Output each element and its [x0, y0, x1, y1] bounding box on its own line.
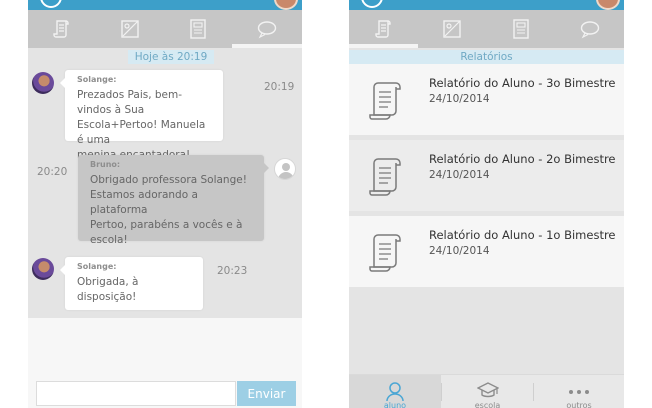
message-sender: Solange: [77, 75, 117, 84]
chat-bubble-icon [257, 21, 277, 39]
report-item[interactable]: Relatório do Aluno - 3o Bimestre 24/10/2… [349, 64, 624, 135]
scroll-document-icon [369, 234, 401, 272]
tab-reports[interactable] [349, 10, 418, 48]
nav-label: escola [474, 401, 501, 408]
tab-gallery[interactable] [96, 10, 164, 48]
scroll-document-icon [369, 158, 401, 196]
tab-chat[interactable] [232, 10, 302, 48]
tab-news[interactable] [164, 10, 232, 48]
tab-chat[interactable] [555, 10, 624, 48]
message-line: Obrigada, à [77, 276, 139, 288]
message-bubble: Solange: Obrigada, à disposição! [60, 257, 203, 310]
profile-avatar[interactable] [274, 0, 298, 10]
tab-bar [349, 10, 624, 48]
scroll-document-icon [369, 82, 401, 120]
chat-screen: Hoje às 20:19 Solange: Prezados Pais, be… [28, 0, 302, 408]
tab-news[interactable] [486, 10, 555, 48]
image-icon [443, 20, 461, 38]
message-time: 20:19 [264, 81, 295, 93]
message-sender: Bruno: [90, 160, 121, 169]
chat-bubble-icon [580, 21, 599, 39]
report-date: 24/10/2014 [429, 245, 490, 257]
newspaper-icon [190, 19, 206, 39]
message-line: Escola+Pertoo! Manuela é uma [77, 119, 206, 146]
newspaper-icon [512, 19, 529, 39]
app-header [349, 0, 624, 10]
reports-header: Relatórios [349, 50, 624, 64]
chat-date-label: Hoje às 20:19 [128, 50, 214, 64]
nav-label: outros [566, 401, 592, 408]
message-bubble: Bruno: Obrigado professora Solange! Esta… [78, 155, 269, 246]
report-date: 24/10/2014 [429, 169, 490, 181]
message-line: Prezados Pais, bem-vindos à Sua [77, 89, 183, 116]
message-sender: Solange: [77, 262, 117, 271]
send-button[interactable]: Enviar [237, 381, 296, 406]
report-date: 24/10/2014 [429, 93, 490, 105]
scroll-document-icon [374, 20, 391, 38]
avatar-solange [32, 258, 54, 280]
graduation-cap-icon [476, 382, 499, 398]
report-item[interactable]: Relatório do Aluno - 1o Bimestre 24/10/2… [349, 216, 624, 287]
app-header [28, 0, 302, 10]
image-icon [121, 20, 139, 38]
nav-label: aluno [383, 401, 407, 408]
bottom-nav: aluno escola outros [349, 374, 624, 408]
message-line: Estamos adorando a plataforma [90, 189, 198, 216]
nav-outros[interactable]: outros [534, 375, 624, 408]
report-title: Relatório do Aluno - 1o Bimestre [429, 228, 616, 242]
message-bubble: Solange: Prezados Pais, bem-vindos à Sua… [60, 70, 223, 161]
reports-screen: Relatórios Relatório do Aluno - 3o Bimes… [349, 0, 624, 408]
message-line: escola! [90, 234, 128, 246]
message-input[interactable] [36, 381, 236, 406]
back-button[interactable] [361, 0, 383, 8]
report-item[interactable]: Relatório do Aluno - 2o Bimestre 24/10/2… [349, 140, 624, 211]
more-dots-icon [569, 390, 589, 394]
avatar-bruno [274, 158, 296, 180]
nav-aluno[interactable]: aluno [349, 375, 441, 408]
user-icon [386, 382, 404, 401]
message-time: 20:20 [37, 166, 68, 178]
message-time: 20:23 [217, 265, 248, 277]
message-line: Pertoo, parabéns a vocês e à [90, 219, 243, 231]
tab-bar [28, 10, 302, 48]
back-button[interactable] [40, 0, 62, 8]
report-title: Relatório do Aluno - 2o Bimestre [429, 152, 616, 166]
nav-escola[interactable]: escola [442, 375, 533, 408]
scroll-document-icon [53, 20, 69, 38]
message-line: disposição! [77, 291, 137, 303]
avatar-solange [32, 72, 54, 94]
message-line: Obrigado professora Solange! [90, 174, 247, 186]
tab-reports[interactable] [28, 10, 96, 48]
profile-avatar[interactable] [596, 0, 620, 10]
tab-gallery[interactable] [418, 10, 486, 48]
report-title: Relatório do Aluno - 3o Bimestre [429, 76, 616, 90]
